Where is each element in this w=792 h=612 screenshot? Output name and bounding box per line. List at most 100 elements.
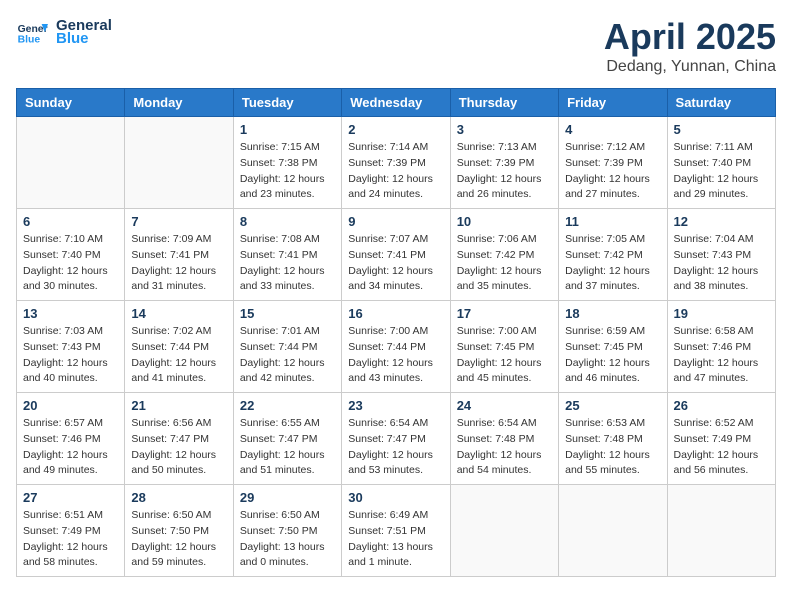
calendar-cell (125, 117, 233, 209)
day-number: 29 (240, 490, 335, 505)
day-number: 20 (23, 398, 118, 413)
calendar-cell: 9 Sunrise: 7:07 AM Sunset: 7:41 PM Daylig… (342, 209, 450, 301)
title-block: April 2025 Dedang, Yunnan, China (604, 16, 776, 76)
day-info: Sunrise: 7:13 AM Sunset: 7:39 PM Dayligh… (457, 140, 552, 203)
calendar-cell: 15 Sunrise: 7:01 AM Sunset: 7:44 PM Dayli… (233, 301, 341, 393)
day-info: Sunrise: 7:01 AM Sunset: 7:44 PM Dayligh… (240, 324, 335, 387)
day-number: 9 (348, 214, 443, 229)
calendar-cell: 6 Sunrise: 7:10 AM Sunset: 7:40 PM Daylig… (17, 209, 125, 301)
day-number: 27 (23, 490, 118, 505)
calendar-cell: 20Sunrise: 6:57 AM Sunset: 7:46 PM Dayli… (17, 393, 125, 485)
day-number: 4 (565, 122, 660, 137)
day-number: 8 (240, 214, 335, 229)
day-info: Sunrise: 6:54 AM Sunset: 7:48 PM Dayligh… (457, 416, 552, 479)
calendar-cell: 23Sunrise: 6:54 AM Sunset: 7:47 PM Dayli… (342, 393, 450, 485)
calendar-cell: 30 Sunrise: 6:49 AM Sunset: 7:51 PM Dayli… (342, 485, 450, 577)
weekday-header: Friday (559, 89, 667, 117)
logo-blue: Blue (56, 30, 112, 47)
day-info: Sunrise: 6:53 AM Sunset: 7:48 PM Dayligh… (565, 416, 660, 479)
day-number: 11 (565, 214, 660, 229)
day-number: 22 (240, 398, 335, 413)
calendar-week-row: 20Sunrise: 6:57 AM Sunset: 7:46 PM Dayli… (17, 393, 776, 485)
day-number: 13 (23, 306, 118, 321)
day-info: Sunrise: 7:03 AM Sunset: 7:43 PM Dayligh… (23, 324, 118, 387)
day-info: Sunrise: 7:02 AM Sunset: 7:44 PM Dayligh… (131, 324, 226, 387)
day-info: Sunrise: 6:54 AM Sunset: 7:47 PM Dayligh… (348, 416, 443, 479)
calendar-cell: 22 Sunrise: 6:55 AM Sunset: 7:47 PM Dayli… (233, 393, 341, 485)
day-info: Sunrise: 7:07 AM Sunset: 7:41 PM Dayligh… (348, 232, 443, 295)
location-title: Dedang, Yunnan, China (604, 58, 776, 76)
calendar-cell: 29 Sunrise: 6:50 AM Sunset: 7:50 PM Dayli… (233, 485, 341, 577)
calendar-week-row: 1 Sunrise: 7:15 AM Sunset: 7:38 PM Daylig… (17, 117, 776, 209)
calendar-cell: 26 Sunrise: 6:52 AM Sunset: 7:49 PM Dayli… (667, 393, 775, 485)
calendar-cell: 5 Sunrise: 7:11 AM Sunset: 7:40 PM Daylig… (667, 117, 775, 209)
svg-text:Blue: Blue (18, 34, 41, 45)
day-info: Sunrise: 7:09 AM Sunset: 7:41 PM Dayligh… (131, 232, 226, 295)
logo-icon: General Blue (16, 16, 48, 48)
day-info: Sunrise: 7:04 AM Sunset: 7:43 PM Dayligh… (674, 232, 769, 295)
calendar-cell: 14 Sunrise: 7:02 AM Sunset: 7:44 PM Dayli… (125, 301, 233, 393)
day-number: 17 (457, 306, 552, 321)
weekday-header: Monday (125, 89, 233, 117)
calendar-week-row: 13 Sunrise: 7:03 AM Sunset: 7:43 PM Dayli… (17, 301, 776, 393)
day-info: Sunrise: 6:51 AM Sunset: 7:49 PM Dayligh… (23, 508, 118, 571)
day-number: 16 (348, 306, 443, 321)
day-info: Sunrise: 7:10 AM Sunset: 7:40 PM Dayligh… (23, 232, 118, 295)
day-number: 5 (674, 122, 769, 137)
calendar-cell: 1 Sunrise: 7:15 AM Sunset: 7:38 PM Daylig… (233, 117, 341, 209)
day-number: 19 (674, 306, 769, 321)
day-number: 24 (457, 398, 552, 413)
calendar-cell: 3 Sunrise: 7:13 AM Sunset: 7:39 PM Daylig… (450, 117, 558, 209)
day-number: 30 (348, 490, 443, 505)
day-number: 3 (457, 122, 552, 137)
weekday-header: Sunday (17, 89, 125, 117)
day-number: 6 (23, 214, 118, 229)
calendar-cell: 10 Sunrise: 7:06 AM Sunset: 7:42 PM Dayli… (450, 209, 558, 301)
weekday-header: Saturday (667, 89, 775, 117)
day-number: 10 (457, 214, 552, 229)
calendar-cell: 24 Sunrise: 6:54 AM Sunset: 7:48 PM Dayli… (450, 393, 558, 485)
calendar-header-row: SundayMondayTuesdayWednesdayThursdayFrid… (17, 89, 776, 117)
day-number: 18 (565, 306, 660, 321)
day-info: Sunrise: 7:00 AM Sunset: 7:44 PM Dayligh… (348, 324, 443, 387)
day-number: 26 (674, 398, 769, 413)
day-info: Sunrise: 7:15 AM Sunset: 7:38 PM Dayligh… (240, 140, 335, 203)
day-info: Sunrise: 6:50 AM Sunset: 7:50 PM Dayligh… (240, 508, 335, 571)
day-info: Sunrise: 7:06 AM Sunset: 7:42 PM Dayligh… (457, 232, 552, 295)
day-number: 15 (240, 306, 335, 321)
calendar-cell: 27 Sunrise: 6:51 AM Sunset: 7:49 PM Dayli… (17, 485, 125, 577)
day-number: 1 (240, 122, 335, 137)
day-info: Sunrise: 6:56 AM Sunset: 7:47 PM Dayligh… (131, 416, 226, 479)
calendar-cell: 12Sunrise: 7:04 AM Sunset: 7:43 PM Dayli… (667, 209, 775, 301)
logo: General Blue General Blue (16, 16, 112, 48)
day-info: Sunrise: 6:49 AM Sunset: 7:51 PM Dayligh… (348, 508, 443, 571)
calendar-cell: 11Sunrise: 7:05 AM Sunset: 7:42 PM Dayli… (559, 209, 667, 301)
page-header: General Blue General Blue April 2025 Ded… (16, 16, 776, 76)
day-info: Sunrise: 6:50 AM Sunset: 7:50 PM Dayligh… (131, 508, 226, 571)
calendar-cell: 16 Sunrise: 7:00 AM Sunset: 7:44 PM Dayli… (342, 301, 450, 393)
day-info: Sunrise: 7:00 AM Sunset: 7:45 PM Dayligh… (457, 324, 552, 387)
day-info: Sunrise: 7:11 AM Sunset: 7:40 PM Dayligh… (674, 140, 769, 203)
day-info: Sunrise: 6:58 AM Sunset: 7:46 PM Dayligh… (674, 324, 769, 387)
calendar-cell: 17 Sunrise: 7:00 AM Sunset: 7:45 PM Dayli… (450, 301, 558, 393)
day-number: 25 (565, 398, 660, 413)
calendar-cell: 13 Sunrise: 7:03 AM Sunset: 7:43 PM Dayli… (17, 301, 125, 393)
day-number: 14 (131, 306, 226, 321)
day-info: Sunrise: 7:08 AM Sunset: 7:41 PM Dayligh… (240, 232, 335, 295)
day-number: 7 (131, 214, 226, 229)
calendar-cell: 25 Sunrise: 6:53 AM Sunset: 7:48 PM Dayli… (559, 393, 667, 485)
day-number: 2 (348, 122, 443, 137)
weekday-header: Wednesday (342, 89, 450, 117)
calendar-cell (667, 485, 775, 577)
day-info: Sunrise: 7:12 AM Sunset: 7:39 PM Dayligh… (565, 140, 660, 203)
calendar-cell: 19 Sunrise: 6:58 AM Sunset: 7:46 PM Dayli… (667, 301, 775, 393)
day-info: Sunrise: 7:14 AM Sunset: 7:39 PM Dayligh… (348, 140, 443, 203)
day-number: 21 (131, 398, 226, 413)
day-info: Sunrise: 6:55 AM Sunset: 7:47 PM Dayligh… (240, 416, 335, 479)
day-info: Sunrise: 6:52 AM Sunset: 7:49 PM Dayligh… (674, 416, 769, 479)
calendar-cell: 18 Sunrise: 6:59 AM Sunset: 7:45 PM Dayli… (559, 301, 667, 393)
day-info: Sunrise: 6:59 AM Sunset: 7:45 PM Dayligh… (565, 324, 660, 387)
day-number: 28 (131, 490, 226, 505)
calendar-cell (450, 485, 558, 577)
month-title: April 2025 (604, 16, 776, 58)
